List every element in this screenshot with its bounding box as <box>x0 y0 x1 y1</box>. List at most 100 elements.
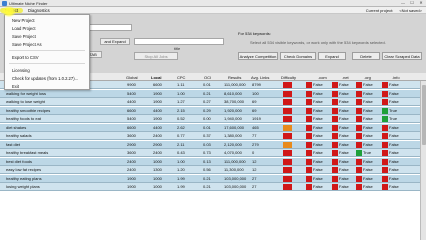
net-cell: False <box>339 124 349 130</box>
info-cell: False <box>389 158 399 164</box>
com-status-indicator <box>306 175 312 182</box>
oci-cell: 0.27 <box>203 99 211 104</box>
menu-export-csv[interactable]: Export to CSV <box>12 55 39 60</box>
table-row[interactable]: easy low fat recipes 2400 1300 1.20 0.56 11,3… <box>0 166 426 174</box>
selection-hint: Select all 534 visible keywords, or work… <box>250 40 386 45</box>
oci-cell: 0.21 <box>203 184 211 189</box>
keyword-cell: healthy foods to eat <box>6 116 41 121</box>
table-row[interactable]: losing weight plans 1900 1000 1.99 0.21 103,0… <box>0 183 426 191</box>
net-cell: False <box>339 175 349 181</box>
col-org[interactable]: .org <box>364 74 371 80</box>
oci-cell: 0.21 <box>203 175 211 181</box>
net-cell: False <box>339 184 349 189</box>
local-cell: 1900 <box>153 99 162 104</box>
menu-exit[interactable]: Exit <box>12 84 19 89</box>
table-row[interactable]: walking to lose weight 4400 1900 1.27 0.27 38… <box>0 98 426 106</box>
menu-save-project-as[interactable]: Save Project As <box>12 42 42 47</box>
table-row[interactable]: healthy salads 3600 2400 0.77 0.37 1,380,000 7… <box>0 132 426 140</box>
oci-cell: 0.56 <box>203 167 211 172</box>
keyword-input[interactable] <box>88 24 132 31</box>
col-global[interactable]: Global <box>126 74 138 80</box>
org-cell: False <box>363 133 373 138</box>
maximize-button[interactable]: ☐ <box>409 1 415 5</box>
table-scrollbar[interactable] <box>420 81 426 240</box>
col-oci[interactable]: OCI <box>204 74 211 80</box>
delete-button[interactable]: Delete <box>352 52 380 60</box>
menu-licensing[interactable]: Licensing <box>12 68 30 73</box>
table-row[interactable]: healthy foods to eat 5400 1900 0.52 0.00 1,94… <box>0 115 426 123</box>
analyze-competition-button[interactable]: Analyze Competition <box>238 52 278 60</box>
table-row[interactable]: healthy breakfast meals 3600 2400 0.43 0.73 4… <box>0 149 426 157</box>
menu-check-updates[interactable]: Check for updates (from 1.0.2.27)... <box>12 76 78 81</box>
expand-keywords-button[interactable]: Expand <box>318 52 346 60</box>
com-status-indicator <box>306 150 312 156</box>
cpc-cell: 1.27 <box>177 99 185 104</box>
expand-button[interactable]: and Expand <box>100 38 130 45</box>
results-cell: 2,120,000 <box>224 141 242 147</box>
col-avg-links[interactable]: Avg. Links <box>251 74 269 80</box>
progress-label: title <box>174 46 181 51</box>
keyword-cell: best diet foods <box>6 158 33 164</box>
org-status-indicator <box>356 116 362 122</box>
results-cell: 1,380,000 <box>224 133 242 138</box>
col-cpc[interactable]: CPC <box>177 74 185 80</box>
net-cell: False <box>339 90 349 96</box>
org-cell: True <box>363 150 372 155</box>
net-status-indicator <box>332 99 338 105</box>
table-row[interactable]: diet shakes 6600 4400 2.62 0.01 17,600,000 465… <box>0 123 426 132</box>
menu-load-project[interactable]: Load Project <box>12 26 36 31</box>
current-project: Current project: <Not saved> <box>366 8 422 13</box>
info-status-indicator <box>382 90 388 97</box>
oci-cell: 0.13 <box>203 158 211 164</box>
cpc-cell: 1.00 <box>177 158 185 164</box>
com-cell: False <box>313 90 323 96</box>
difficulty-indicator <box>283 90 292 97</box>
com-cell: False <box>313 124 323 130</box>
table-row[interactable]: healthy smoothie recipes 6600 4400 2.15 0.29… <box>0 106 426 115</box>
net-cell: False <box>339 99 349 104</box>
check-domains-button[interactable]: Check Domains <box>280 52 316 60</box>
col-net[interactable]: .net <box>342 74 349 80</box>
menu-diagnostics[interactable]: Diagnostics <box>23 8 55 13</box>
table-row[interactable]: healthy eating plans 1900 1000 1.99 0.21 103,… <box>0 174 426 183</box>
com-cell: False <box>313 158 323 164</box>
net-status-indicator <box>332 175 338 182</box>
net-status-indicator <box>332 167 338 173</box>
avg-links-cell: 27 <box>252 175 257 181</box>
cpc-cell: 2.11 <box>177 141 185 147</box>
results-cell: 1,940,000 <box>224 116 242 121</box>
col-local[interactable]: Local <box>151 74 161 80</box>
table-row[interactable]: fast diet 2900 2900 2.11 0.03 2,120,000 279 Fal… <box>0 140 426 149</box>
menu-save-project[interactable]: Save Project <box>12 34 36 39</box>
info-status-indicator <box>382 124 388 131</box>
com-cell: False <box>313 99 323 104</box>
info-status-indicator <box>382 141 388 148</box>
table-row[interactable]: walking for weight loss 5400 1900 1.00 0.21 8… <box>0 89 426 98</box>
col-difficulty[interactable]: Difficulty <box>281 74 296 80</box>
col-info[interactable]: .info <box>392 74 400 80</box>
local-cell: 1000 <box>153 158 162 164</box>
info-cell: True <box>389 116 398 121</box>
global-cell: 2900 <box>127 141 136 147</box>
com-cell: False <box>313 184 323 189</box>
scrollbar-thumb[interactable] <box>422 85 426 145</box>
menu-new-project[interactable]: New Project <box>12 18 35 23</box>
com-status-indicator <box>306 107 312 114</box>
com-status-indicator <box>306 141 312 148</box>
close-button[interactable]: ✕ <box>418 1 424 5</box>
minimize-button[interactable]: — <box>400 1 406 5</box>
keyword-cell: losing weight plans <box>6 184 40 189</box>
col-results[interactable]: Results <box>228 74 241 80</box>
difficulty-indicator <box>283 158 292 165</box>
info-status-indicator <box>382 184 388 190</box>
avg-links-cell: 69 <box>252 107 257 113</box>
menu-bar: Project Diagnostics Current project: <No… <box>0 7 426 14</box>
table-row[interactable]: best diet foods 2400 1000 1.00 0.13 111,000,0… <box>0 157 426 166</box>
global-cell: 2400 <box>127 158 136 164</box>
col-com[interactable]: .com <box>318 74 327 80</box>
current-project-label: Current project: <box>365 8 394 13</box>
com-status-indicator <box>306 116 312 122</box>
stop-all-jobs-button[interactable]: Stop All Jobs <box>134 52 178 60</box>
app-icon <box>2 0 7 6</box>
clear-scraped-data-button[interactable]: Clear Scraped Data <box>382 52 422 60</box>
